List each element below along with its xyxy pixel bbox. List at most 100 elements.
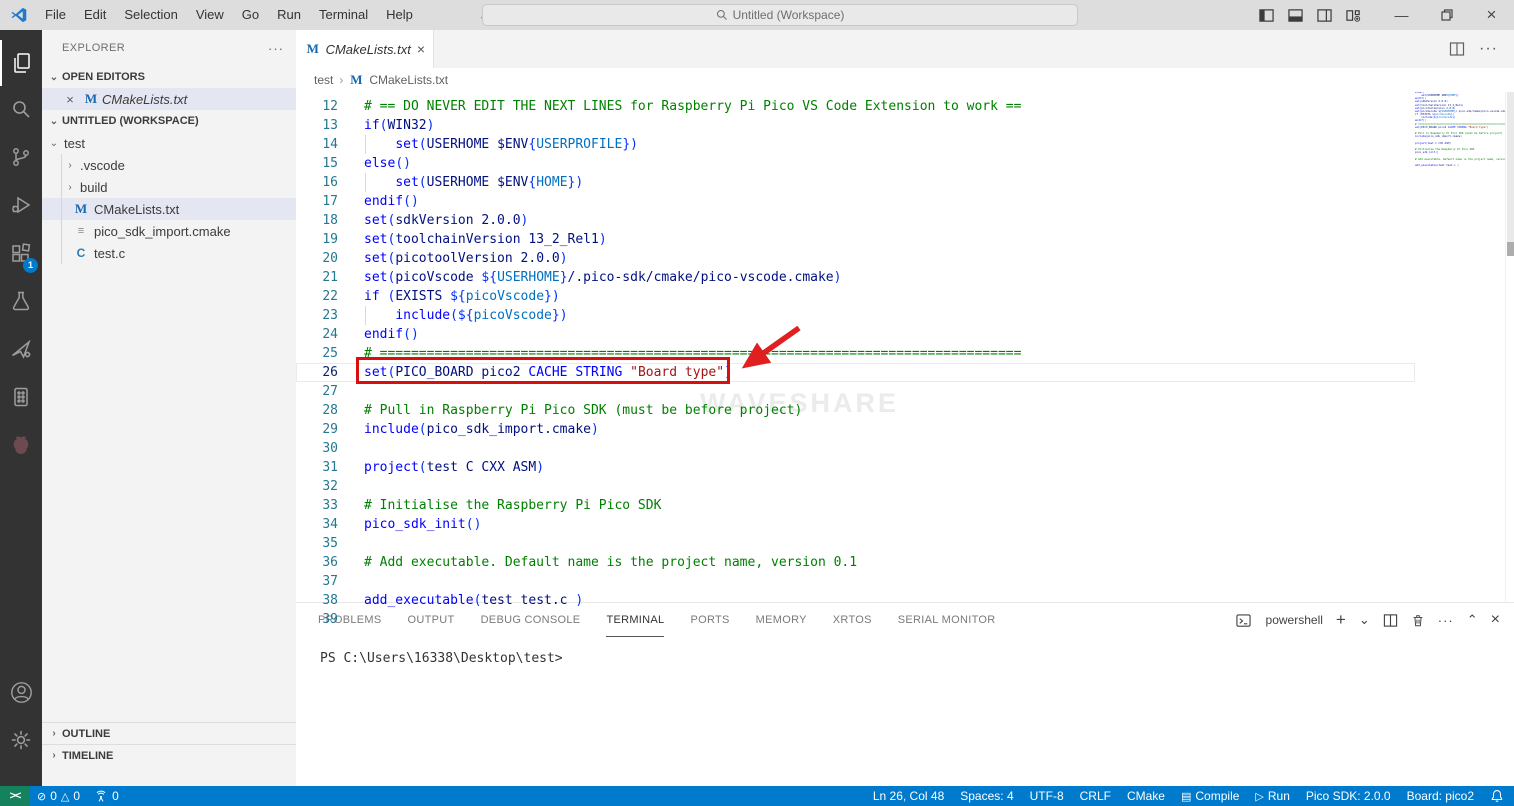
menu-edit[interactable]: Edit <box>75 4 115 26</box>
code-line-31[interactable]: 31project(test C CXX ASM) <box>296 458 1415 477</box>
tab-close-icon[interactable]: × <box>417 41 425 57</box>
workspace-section[interactable]: ⌄ UNTITLED (WORKSPACE) <box>42 110 296 132</box>
code-line-24[interactable]: 24endif() <box>296 325 1415 344</box>
outline-section[interactable]: › OUTLINE <box>42 723 296 744</box>
command-center-search[interactable]: Untitled (Workspace) <box>482 4 1078 26</box>
menu-file[interactable]: File <box>36 4 75 26</box>
tree-item-cmakelists-txt[interactable]: MCMakeLists.txt <box>42 198 296 220</box>
customize-layout-icon[interactable] <box>1346 8 1361 23</box>
restore-button[interactable] <box>1424 0 1469 30</box>
code-line-35[interactable]: 35 <box>296 534 1415 553</box>
explorer-more-actions[interactable]: ··· <box>268 41 284 56</box>
menu-help[interactable]: Help <box>377 4 422 26</box>
close-editor-icon[interactable]: × <box>62 92 78 107</box>
open-editor-item[interactable]: × M CMakeLists.txt <box>42 88 296 110</box>
activitybar-source-control[interactable] <box>0 134 42 180</box>
file-file-icon: ≡ <box>72 225 90 237</box>
remote-indicator[interactable]: >< <box>0 786 30 806</box>
code-line-21[interactable]: 21set(picoVscode ${USERHOME}/.pico-sdk/c… <box>296 268 1415 287</box>
code-line-22[interactable]: 22if (EXISTS ${picoVscode}) <box>296 287 1415 306</box>
editor-group: M CMakeLists.txt × ··· test › M CMakeLis… <box>296 30 1514 786</box>
line-number: 35 <box>296 534 338 553</box>
open-editors-section[interactable]: ⌄ OPEN EDITORS <box>42 66 296 88</box>
tree-item-pico-sdk-import-cmake[interactable]: ≡pico_sdk_import.cmake <box>42 220 296 242</box>
status-compile[interactable]: ▤Compile <box>1173 786 1247 806</box>
toggle-panel-icon[interactable] <box>1288 8 1303 23</box>
toggle-sidebar-icon[interactable] <box>1259 8 1274 23</box>
chevron-down-icon: ⌄ <box>46 72 62 83</box>
activitybar-search[interactable] <box>0 87 42 133</box>
ports-status[interactable]: 0 <box>87 786 126 806</box>
activitybar-accounts[interactable] <box>0 669 42 715</box>
menu-go[interactable]: Go <box>233 4 268 26</box>
tree-item--vscode[interactable]: ›.vscode <box>42 154 296 176</box>
scrollbar-thumb[interactable] <box>1507 78 1514 246</box>
code-line-33[interactable]: 33# Initialise the Raspberry Pi Pico SDK <box>296 496 1415 515</box>
activitybar-explorer[interactable] <box>0 40 42 86</box>
code-line-23[interactable]: 23 include(${picoVscode}) <box>296 306 1415 325</box>
minimap[interactable]: # == DO NEVER EDIT THE NEXT LINES for Ra… <box>1415 78 1505 638</box>
editor-more-actions-icon[interactable]: ··· <box>1479 40 1498 58</box>
status-board-pico2[interactable]: Board: pico2 <box>1399 786 1482 806</box>
line-number: 21 <box>296 268 338 287</box>
timeline-section[interactable]: › TIMELINE <box>42 745 296 766</box>
activitybar-extensions[interactable]: 1 <box>0 230 42 276</box>
status-ln-26-col-48[interactable]: Ln 26, Col 48 <box>865 786 952 806</box>
activitybar-testing[interactable] <box>0 278 42 324</box>
tree-item-test-c[interactable]: Ctest.c <box>42 242 296 264</box>
tree-indent-guide <box>61 154 62 264</box>
code-line-19[interactable]: 19set(toolchainVersion 13_2_Rel1) <box>296 230 1415 249</box>
notifications-bell[interactable] <box>1482 786 1514 806</box>
status-right: Ln 26, Col 48Spaces: 4UTF-8CRLFCMake▤Com… <box>865 786 1482 806</box>
menu-view[interactable]: View <box>187 4 233 26</box>
menu-selection[interactable]: Selection <box>115 4 186 26</box>
toggle-secondary-sidebar-icon[interactable] <box>1317 8 1332 23</box>
code-line-16[interactable]: 16 set(USERHOME $ENV{HOME}) <box>296 173 1415 192</box>
activitybar-raspberry-pi[interactable] <box>0 422 42 468</box>
code-line-32[interactable]: 32 <box>296 477 1415 496</box>
code-line-14[interactable]: 14 set(USERHOME $ENV{USERPROFILE}) <box>296 135 1415 154</box>
open-editor-label: CMakeLists.txt <box>102 92 187 107</box>
status-crlf[interactable]: CRLF <box>1072 786 1119 806</box>
menu-bar: FileEditSelectionViewGoRunTerminalHelp <box>36 4 422 26</box>
code-editor[interactable]: 1112# == DO NEVER EDIT THE NEXT LINES fo… <box>296 78 1415 786</box>
status-pico-sdk-2-0-0[interactable]: Pico SDK: 2.0.0 <box>1298 786 1399 806</box>
breadcrumb-file[interactable]: CMakeLists.txt <box>369 73 448 87</box>
code-line-15[interactable]: 15else() <box>296 154 1415 173</box>
menu-terminal[interactable]: Terminal <box>310 4 377 26</box>
activitybar-settings[interactable] <box>0 717 42 763</box>
menu-run[interactable]: Run <box>268 4 310 26</box>
problems-status[interactable]: ⊘ 0 △ 0 <box>30 786 87 806</box>
status-cmake[interactable]: CMake <box>1119 786 1173 806</box>
warnings-count: 0 <box>73 789 80 803</box>
code-line-18[interactable]: 18set(sdkVersion 2.0.0) <box>296 211 1415 230</box>
code-line-34[interactable]: 34pico_sdk_init() <box>296 515 1415 534</box>
code-line-17[interactable]: 17endif() <box>296 192 1415 211</box>
code-line-29[interactable]: 29include(pico_sdk_import.cmake) <box>296 420 1415 439</box>
status-run[interactable]: ▷Run <box>1247 786 1297 806</box>
code-line-28[interactable]: 28# Pull in Raspberry Pi Pico SDK (must … <box>296 401 1415 420</box>
minimap-line <box>1415 167 1505 170</box>
code-line-36[interactable]: 36# Add executable. Default name is the … <box>296 553 1415 572</box>
minimize-button[interactable]: — <box>1379 0 1424 30</box>
code-line-20[interactable]: 20set(picotoolVersion 2.0.0) <box>296 249 1415 268</box>
code-line-30[interactable]: 30 <box>296 439 1415 458</box>
code-line-37[interactable]: 37 <box>296 572 1415 591</box>
close-window-button[interactable]: × <box>1469 0 1514 30</box>
code-line-27[interactable]: 27 <box>296 382 1415 401</box>
minimap-line: # Add executable. Default name is the pr… <box>1415 158 1505 161</box>
tab-cmakelists[interactable]: M CMakeLists.txt × <box>296 30 434 68</box>
tree-item-build[interactable]: ›build <box>42 176 296 198</box>
split-editor-icon[interactable] <box>1449 41 1465 57</box>
breadcrumb-folder[interactable]: test <box>314 73 333 87</box>
activitybar-pico-project[interactable] <box>0 326 42 372</box>
status-spaces-4[interactable]: Spaces: 4 <box>952 786 1021 806</box>
code-line-39[interactable]: 39 <box>296 610 1415 629</box>
code-line-38[interactable]: 38add_executable(test test.c ) <box>296 591 1415 610</box>
status-utf-8[interactable]: UTF-8 <box>1022 786 1072 806</box>
tree-item-test[interactable]: ⌄test <box>42 132 296 154</box>
activitybar-run-debug[interactable] <box>0 182 42 228</box>
activitybar-pico-board[interactable] <box>0 374 42 420</box>
code-line-12[interactable]: 12# == DO NEVER EDIT THE NEXT LINES for … <box>296 97 1415 116</box>
code-line-13[interactable]: 13if(WIN32) <box>296 116 1415 135</box>
